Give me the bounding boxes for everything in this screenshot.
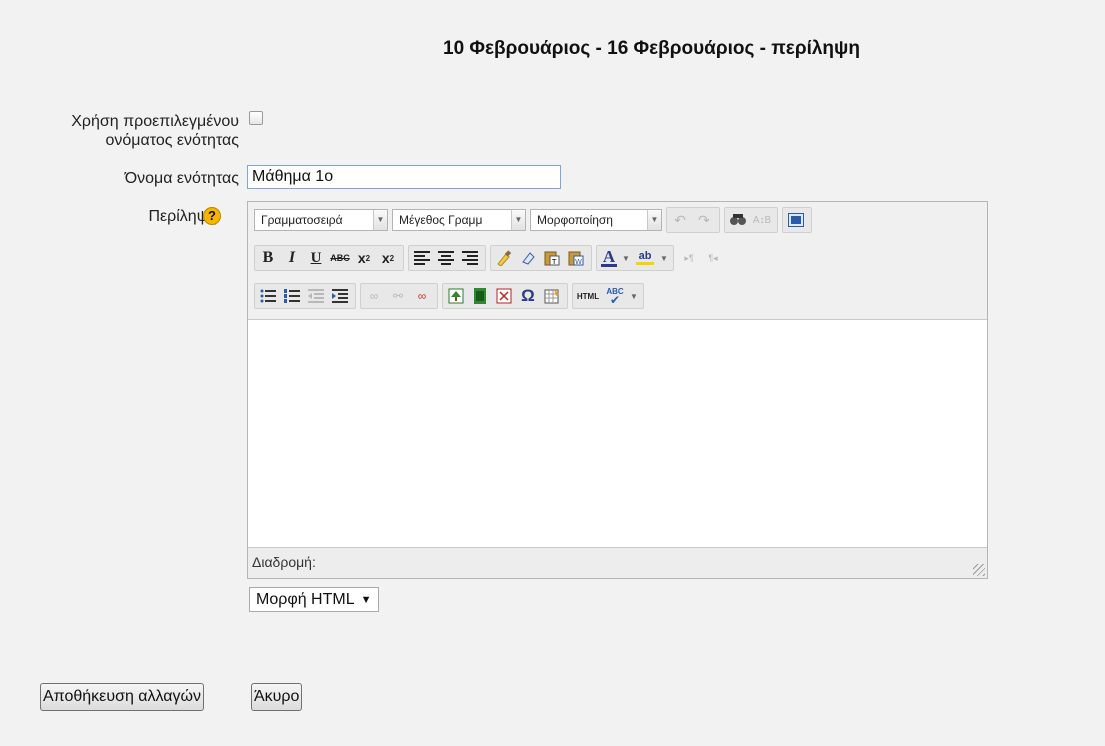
media-icon[interactable]	[469, 285, 491, 307]
editor-statusbar: Διαδρομή:	[248, 547, 987, 578]
fullscreen-icon[interactable]	[785, 209, 807, 231]
chevron-down-icon[interactable]: ▼	[659, 247, 669, 269]
history-group: ↶ ↷	[666, 207, 720, 233]
section-name-label: Όνομα ενότητας	[124, 170, 239, 187]
strikethrough-icon[interactable]: ABC	[329, 247, 351, 269]
cancel-button[interactable]: Άκυρο	[251, 683, 303, 711]
ordered-list-icon[interactable]	[281, 285, 303, 307]
special-char-icon[interactable]: Ω	[517, 285, 539, 307]
chevron-down-icon: ▼	[373, 210, 387, 230]
format-dropdown[interactable]: Μορφοποίηση ▼	[530, 209, 662, 231]
editor-content-area[interactable]	[248, 320, 987, 547]
page-title: 10 Φεβρουάριος - 16 Φεβρουάριος - περίλη…	[443, 38, 860, 59]
color-group: A ▼ ab ▼	[596, 245, 674, 271]
toolbar-row-3: ∞ ⚯ ∞ Ω HTML ABC ✔ ▼	[254, 282, 648, 310]
paste-word-icon[interactable]: W	[565, 247, 587, 269]
unordered-list-icon[interactable]	[257, 285, 279, 307]
insert-group: Ω	[442, 283, 568, 309]
anchor-icon[interactable]: ∞	[411, 285, 433, 307]
use-default-name-label-line2: ονόματος ενότητας	[105, 132, 240, 149]
font-family-value: Γραμματοσειρά	[261, 213, 343, 227]
chevron-down-icon: ▼	[360, 593, 372, 606]
save-changes-button[interactable]: Αποθήκευση αλλαγών	[40, 683, 205, 711]
spellcheck-icon[interactable]: ABC ✔	[603, 285, 627, 307]
font-size-dropdown[interactable]: Μέγεθος Γραμμ ▼	[392, 209, 526, 231]
emoticon-icon[interactable]	[493, 285, 515, 307]
align-center-icon[interactable]	[435, 247, 457, 269]
svg-text:T: T	[551, 258, 557, 266]
search-group: A↕B	[724, 207, 778, 233]
unlink-icon[interactable]: ⚯	[387, 285, 409, 307]
use-default-name-checkbox[interactable]	[249, 111, 263, 125]
chevron-down-icon: ▼	[511, 210, 525, 230]
font-color-icon[interactable]: A	[599, 247, 619, 269]
undo-icon[interactable]: ↶	[669, 209, 691, 231]
text-format-value: Μορφή HTML	[256, 590, 355, 608]
indent-icon[interactable]	[329, 285, 351, 307]
ltr-icon[interactable]: ▸¶	[678, 247, 700, 269]
italic-icon[interactable]: I	[281, 247, 303, 269]
source-group: HTML ABC ✔ ▼	[572, 283, 644, 309]
table-icon[interactable]	[541, 285, 563, 307]
align-group	[408, 245, 486, 271]
font-size-value: Μέγεθος Γραμμ	[399, 213, 483, 227]
replace-icon[interactable]: A↕B	[751, 209, 773, 231]
use-default-name-label: Χρήση προεπιλεγμένου ονόματος ενότητας	[71, 112, 239, 150]
list-group	[254, 283, 356, 309]
toolbar-row-1: Γραμματοσειρά ▼ Μέγεθος Γραμμ ▼ Μορφοποί…	[254, 206, 816, 234]
resize-grip-icon[interactable]	[973, 564, 985, 576]
clipboard-group: T W	[490, 245, 592, 271]
align-left-icon[interactable]	[411, 247, 433, 269]
toolbar-row-2: B I U ABC x2 x2 T W A ▼ ab ▼ ▸¶ ¶◂	[254, 244, 726, 272]
clean-icon[interactable]	[493, 247, 515, 269]
bold-icon[interactable]: B	[257, 247, 279, 269]
highlight-icon[interactable]: ab	[633, 247, 657, 269]
help-icon[interactable]: ?	[203, 207, 221, 225]
chevron-down-icon: ▼	[647, 210, 661, 230]
style-group: B I U ABC x2 x2	[254, 245, 404, 271]
link-icon[interactable]: ∞	[363, 285, 385, 307]
chevron-down-icon[interactable]: ▼	[621, 247, 631, 269]
paste-text-icon[interactable]: T	[541, 247, 563, 269]
editor-toolbar: Γραμματοσειρά ▼ Μέγεθος Γραμμ ▼ Μορφοποί…	[248, 202, 987, 320]
fullscreen-group	[782, 207, 812, 233]
redo-icon[interactable]: ↷	[693, 209, 715, 231]
section-name-input[interactable]	[247, 165, 561, 189]
path-label: Διαδρομή:	[252, 554, 316, 570]
format-value: Μορφοποίηση	[537, 213, 613, 227]
use-default-name-label-line1: Χρήση προεπιλεγμένου	[71, 113, 239, 130]
image-icon[interactable]	[445, 285, 467, 307]
svg-text:W: W	[575, 258, 582, 266]
align-right-icon[interactable]	[459, 247, 481, 269]
subscript-icon[interactable]: x2	[353, 247, 375, 269]
outdent-icon[interactable]	[305, 285, 327, 307]
rtl-icon[interactable]: ¶◂	[702, 247, 724, 269]
rich-text-editor: Γραμματοσειρά ▼ Μέγεθος Γραμμ ▼ Μορφοποί…	[247, 201, 988, 579]
chevron-down-icon[interactable]: ▼	[629, 285, 639, 307]
find-icon[interactable]	[727, 209, 749, 231]
superscript-icon[interactable]: x2	[377, 247, 399, 269]
font-family-dropdown[interactable]: Γραμματοσειρά ▼	[254, 209, 388, 231]
link-group: ∞ ⚯ ∞	[360, 283, 438, 309]
html-source-icon[interactable]: HTML	[575, 285, 601, 307]
underline-icon[interactable]: U	[305, 247, 327, 269]
text-format-select[interactable]: Μορφή HTML ▼	[249, 587, 379, 612]
eraser-icon[interactable]	[517, 247, 539, 269]
